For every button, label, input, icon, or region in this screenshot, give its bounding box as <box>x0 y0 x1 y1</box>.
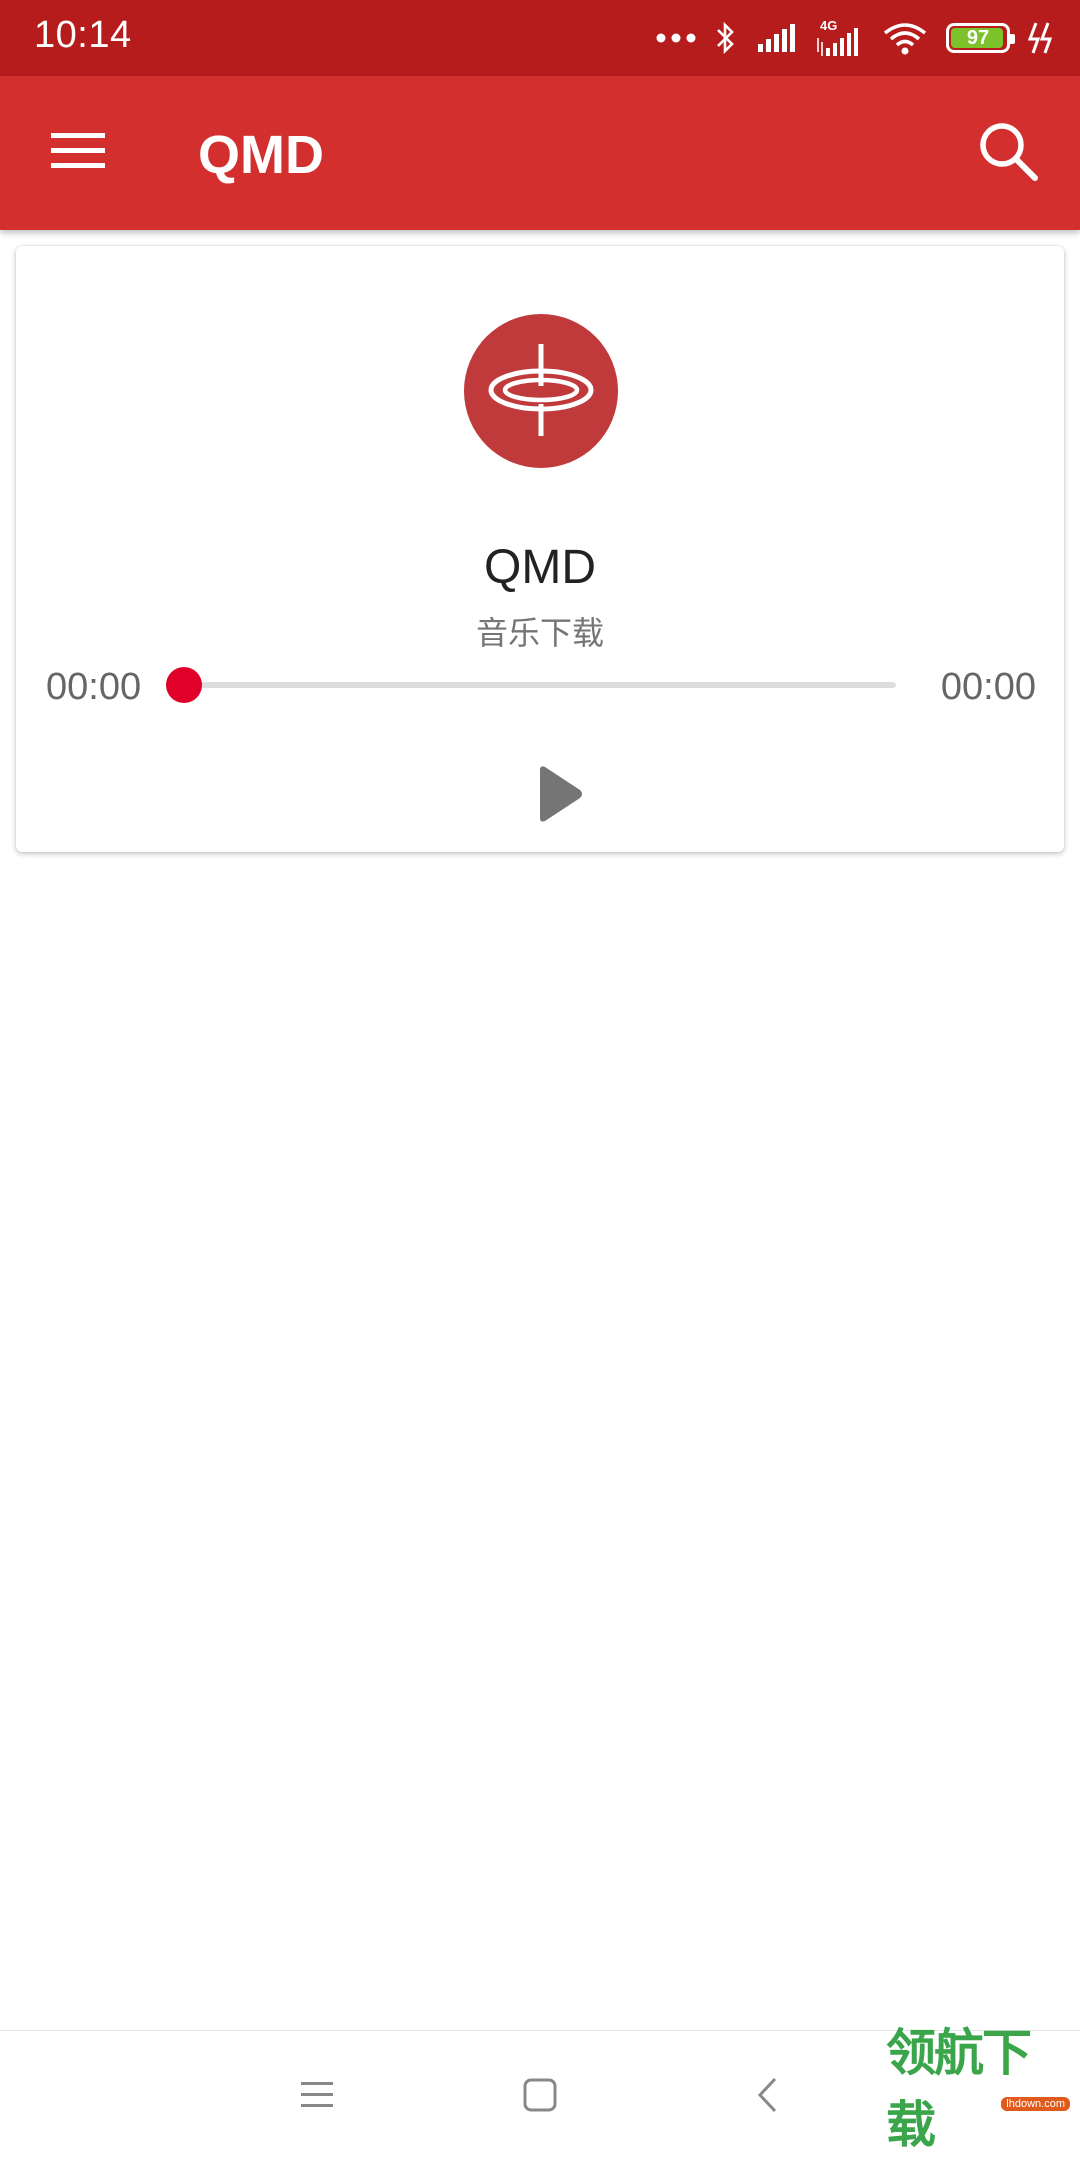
watermark-text: 领航下载 <box>886 2024 1032 2154</box>
battery-tip <box>1010 34 1015 44</box>
battery-icon: 97 <box>946 23 1015 53</box>
total-time: 00:00 <box>940 666 1036 708</box>
recent-apps-icon <box>300 2080 334 2115</box>
menu-button[interactable] <box>28 111 128 195</box>
back-icon <box>756 2076 778 2119</box>
search-button[interactable] <box>958 111 1058 195</box>
recent-apps-button[interactable] <box>272 2057 362 2137</box>
svg-text:4G: 4G <box>820 18 837 33</box>
bluetooth-icon <box>714 20 738 56</box>
charging-icon <box>1028 21 1058 55</box>
spinning-top-icon <box>486 334 596 449</box>
more-dots-icon <box>656 32 696 44</box>
album-art <box>464 314 618 468</box>
signal-4g-icon: 4G <box>816 18 864 58</box>
status-bar: 10:14 4G 97 <box>0 0 1080 76</box>
navigation-bar: 领航下载 lhdown.com <box>0 2024 1080 2161</box>
watermark: 领航下载 lhdown.com <box>886 2024 1076 2157</box>
seek-bar[interactable] <box>166 667 896 703</box>
track-subtitle: 音乐下载 <box>475 614 604 652</box>
status-time: 10:14 <box>34 14 132 56</box>
status-icons: 4G 97 <box>656 0 1058 76</box>
seek-thumb[interactable] <box>166 667 202 703</box>
app-bar: QMD <box>0 76 1080 230</box>
watermark-badge: lhdown.com <box>1001 2097 1070 2111</box>
wifi-icon <box>882 21 928 55</box>
track-title: QMD <box>484 541 596 594</box>
home-icon <box>522 2077 558 2118</box>
back-button[interactable] <box>722 2057 812 2137</box>
battery-level: 97 <box>966 26 990 49</box>
search-icon <box>977 120 1039 187</box>
signal-icon <box>756 22 798 54</box>
app-title: QMD <box>198 125 324 185</box>
hamburger-menu-icon <box>51 131 105 176</box>
player-card: QMD 音乐下载 00:00 00:00 <box>16 246 1064 852</box>
play-icon <box>536 765 584 828</box>
home-button[interactable] <box>495 2057 585 2137</box>
current-time: 00:00 <box>46 666 142 708</box>
play-button[interactable] <box>510 746 610 846</box>
